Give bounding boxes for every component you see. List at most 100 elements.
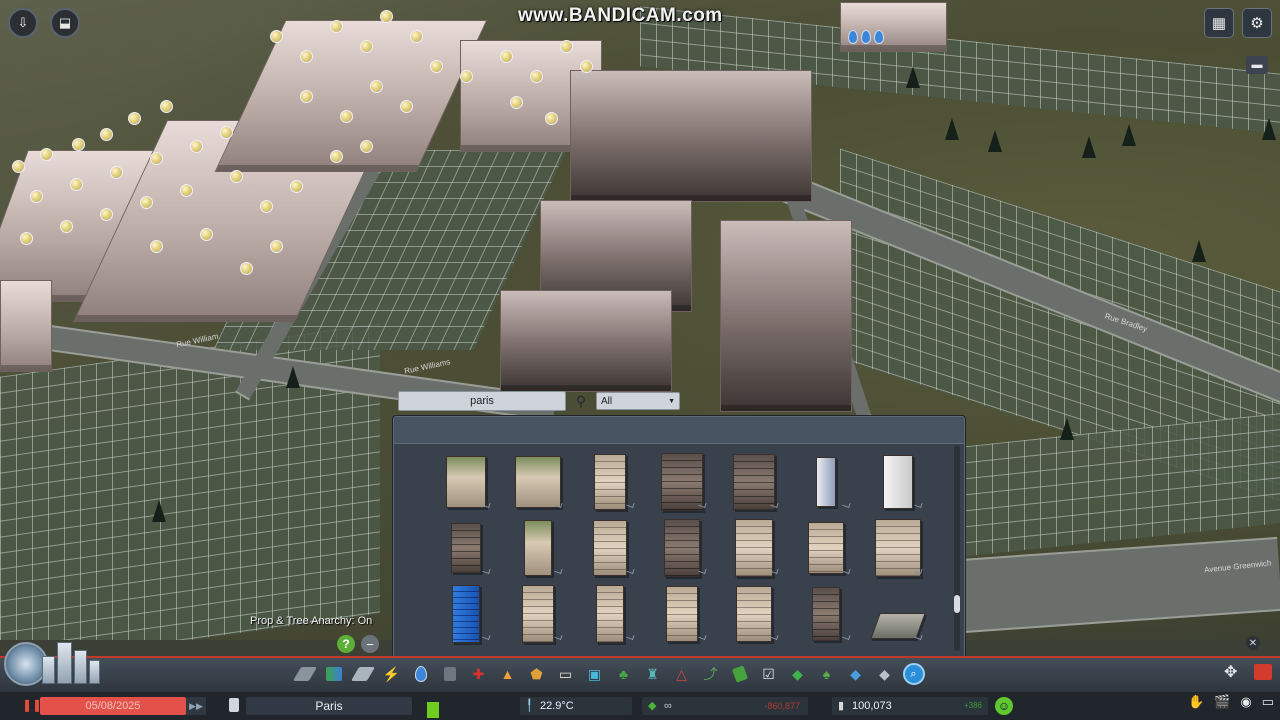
camera-icon[interactable]: ◉ [1240, 694, 1251, 710]
unique-buildings-icon[interactable]: ♜ [638, 661, 667, 687]
checklist-icon[interactable]: ☑ [754, 661, 783, 687]
tool-toggle-icon[interactable] [1254, 664, 1272, 680]
tree [152, 500, 166, 522]
move-it-icon[interactable]: ✥ [1224, 662, 1237, 682]
clapperboard-icon[interactable]: 🎬 [1214, 694, 1230, 710]
bulldozer-icon[interactable]: ⤴ [696, 661, 725, 687]
asset-thumbnail[interactable] [502, 449, 574, 515]
building-block [720, 220, 852, 412]
asset-thumbnail[interactable] [574, 515, 646, 581]
gear-icon[interactable]: ⚙ [1242, 8, 1272, 38]
asset-browser-panel [393, 416, 965, 658]
water-drop-icon [874, 30, 884, 44]
tree [1060, 418, 1074, 440]
asset-thumbnail[interactable] [862, 449, 934, 515]
roads-icon[interactable] [290, 661, 319, 687]
water-drop-icons [848, 30, 884, 44]
infinity-icon: ◆ [648, 700, 657, 712]
water-tool-icon[interactable]: ◆ [841, 661, 870, 687]
transport-icon[interactable]: ▣ [580, 661, 609, 687]
right-status-icons: ✋ 🎬 ◉ ▭ [1188, 694, 1274, 710]
category-filter-select[interactable]: All ▼ [596, 392, 680, 410]
area-icon[interactable]: ◆ [783, 661, 812, 687]
filter-value: All [601, 395, 613, 407]
building-block [570, 70, 812, 202]
zoning-icon[interactable] [319, 661, 348, 687]
police-icon[interactable]: ⬟ [522, 661, 551, 687]
garbage-icon[interactable] [435, 661, 464, 687]
asset-thumbnail[interactable] [862, 515, 934, 581]
asset-thumbnail[interactable] [646, 515, 718, 581]
asset-thumbnail[interactable] [718, 515, 790, 581]
city-info-icon[interactable] [42, 640, 100, 684]
help-button[interactable]: ? [337, 635, 355, 653]
water-icon[interactable] [406, 661, 435, 687]
panel-header [394, 417, 964, 444]
asset-thumbnail[interactable] [574, 581, 646, 647]
policies-icon[interactable] [725, 661, 754, 687]
asset-thumbnail[interactable] [574, 449, 646, 515]
tree [906, 66, 920, 88]
asset-thumbnail[interactable] [790, 449, 862, 515]
firefighting-icon[interactable]: ▲ [493, 661, 522, 687]
tree [1082, 136, 1096, 158]
panel-scrollbar[interactable] [954, 445, 960, 651]
asset-thumbnail[interactable] [430, 515, 502, 581]
asset-thumbnail[interactable] [790, 581, 862, 647]
districts-icon[interactable] [348, 661, 377, 687]
building-block [840, 2, 947, 52]
temperature-value: 22.9°C [540, 700, 574, 712]
electricity-icon[interactable]: ⚡ [377, 661, 406, 687]
city-map-icon[interactable]: ▦ [1204, 8, 1234, 38]
asset-thumbnail[interactable] [790, 515, 862, 581]
asset-thumbnail[interactable] [646, 449, 718, 515]
asset-grid [430, 449, 934, 647]
camera-icon[interactable]: ▬ [1246, 56, 1268, 74]
happiness-icon[interactable]: ☺ [995, 697, 1013, 715]
chirper-icon[interactable] [229, 698, 239, 712]
info-views-icon[interactable]: ✋ [1188, 694, 1204, 710]
eraser-icon[interactable]: ◆ [870, 661, 899, 687]
speed-button[interactable]: ▶▶ [186, 697, 206, 715]
building-block [0, 280, 52, 372]
asset-thumbnail[interactable] [502, 581, 574, 647]
collapse-button[interactable]: − [361, 635, 379, 653]
water-drop-icon [861, 30, 871, 44]
asset-thumbnail[interactable] [430, 449, 502, 515]
city-name[interactable]: Paris [246, 697, 412, 715]
find-it-icon[interactable]: ⌕ [899, 661, 928, 687]
top-left-controls: ⇩ ⬓ [8, 8, 80, 38]
money-indicator: ▮ 100,073 +386 [832, 697, 988, 715]
cinematic-icon[interactable]: ▭ [1262, 694, 1274, 710]
asset-search-bar: ⚲ All ▼ [398, 389, 684, 413]
unlimited-money-symbol: ∞ [664, 700, 672, 712]
unlock-icon[interactable]: ⬓ [50, 8, 80, 38]
tree [1122, 124, 1136, 146]
search-icon[interactable]: ⚲ [570, 391, 592, 411]
search-input[interactable] [398, 391, 566, 411]
parks-icon[interactable]: ♣ [609, 661, 638, 687]
chevron-down-icon: ▼ [668, 397, 675, 405]
close-icon[interactable]: ✕ [1246, 636, 1260, 650]
download-arrow-icon[interactable]: ⇩ [8, 8, 38, 38]
water-drop-icon [848, 30, 858, 44]
asset-thumbnail[interactable] [718, 581, 790, 647]
zoning-grid [960, 413, 1280, 557]
tree [988, 130, 1002, 152]
demand-meter [427, 702, 439, 718]
asset-thumbnail[interactable] [646, 581, 718, 647]
asset-thumbnail[interactable] [718, 449, 790, 515]
asset-thumbnail[interactable] [430, 581, 502, 647]
tree [1262, 118, 1276, 140]
building-block [500, 290, 672, 392]
asset-thumbnail[interactable] [502, 515, 574, 581]
landscaping-icon[interactable]: ♠ [812, 661, 841, 687]
asset-thumbnail[interactable] [862, 581, 934, 647]
education-icon[interactable]: ▭ [551, 661, 580, 687]
monuments-icon[interactable]: △ [667, 661, 696, 687]
tool-icons: ⚡ ✚ ▲ ⬟ ▭ ▣ ♣ ♜ △ ⤴ ☑ ◆ ♠ ◆ ◆ ⌕ [290, 661, 928, 687]
anarchy-status-label: Prop & Tree Anarchy: On [250, 615, 373, 627]
scrollbar-thumb[interactable] [954, 595, 960, 613]
money-income-value: +386 [963, 701, 982, 710]
healthcare-icon[interactable]: ✚ [464, 661, 493, 687]
